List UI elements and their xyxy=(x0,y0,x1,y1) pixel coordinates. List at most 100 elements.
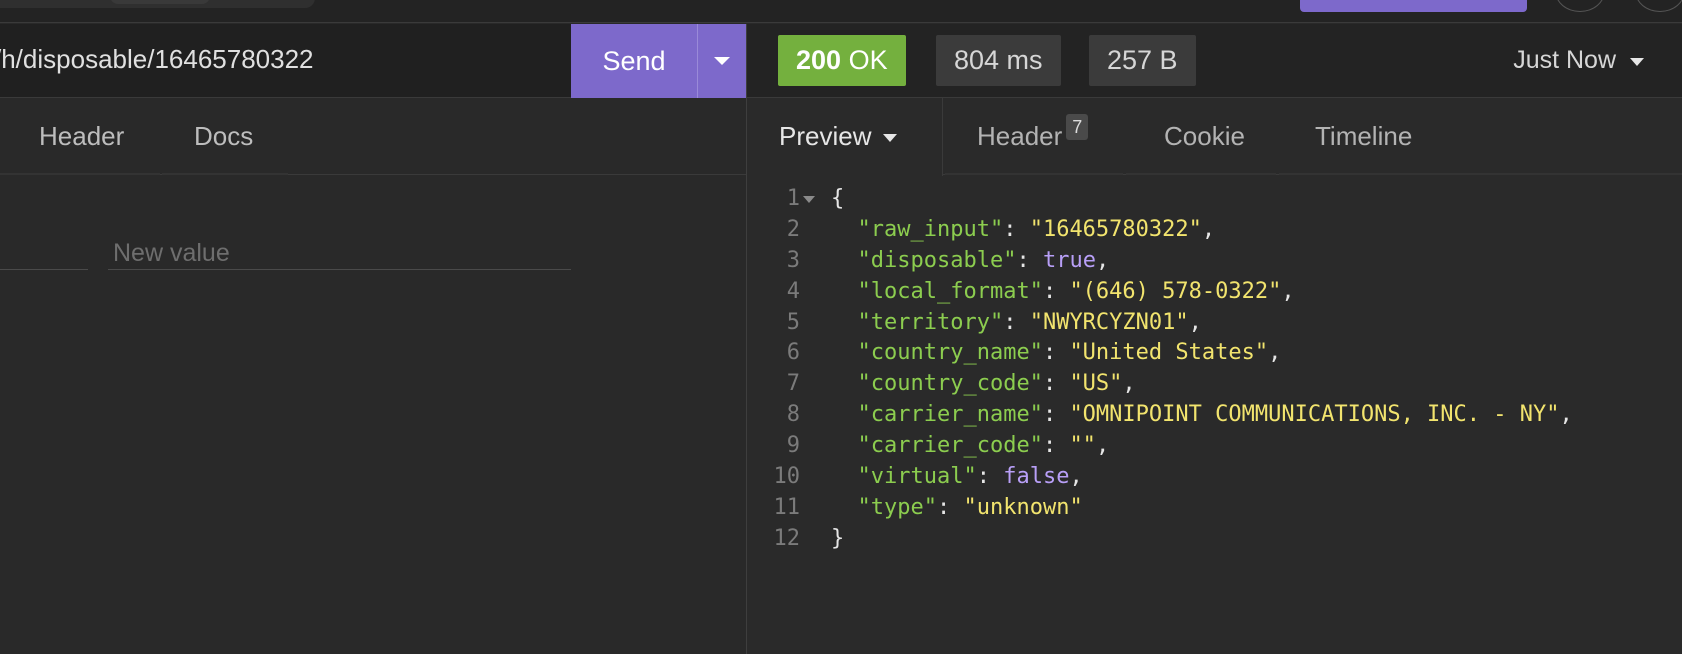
code-line: 3 "disposable": true, xyxy=(747,246,1682,277)
chevron-down-icon xyxy=(714,57,730,65)
json-key: "country_name" xyxy=(857,340,1043,366)
code-line: 7 "country_code": "US", xyxy=(747,369,1682,400)
account-icon[interactable] xyxy=(1555,0,1605,12)
json-value: false xyxy=(1003,464,1070,490)
code-line: 6 "country_name": "United States", xyxy=(747,338,1682,369)
response-pane: 200 OK 804 ms 257 B Just Now Preview Hea… xyxy=(747,24,1682,654)
line-number: 12 xyxy=(773,525,801,551)
chevron-down-icon xyxy=(1630,57,1644,66)
line-number: 8 xyxy=(786,402,800,428)
json-key: "virtual" xyxy=(857,464,977,490)
code-line: 4 "local_format": "(646) 578-0322", xyxy=(747,277,1682,308)
code-line: 1{ xyxy=(747,184,1682,215)
tab-underline xyxy=(1126,173,1276,175)
code-line: 12} xyxy=(747,524,1682,555)
tab-underline xyxy=(945,173,1123,175)
tab-preview[interactable]: Preview xyxy=(747,98,943,176)
json-value: "NWYRCYZN01" xyxy=(1029,309,1189,335)
line-number: 9 xyxy=(786,433,800,459)
json-key: "type" xyxy=(857,494,937,520)
value-field-underline xyxy=(108,269,571,270)
status-text: OK xyxy=(848,45,888,75)
tab-cookie[interactable]: Cookie xyxy=(1164,98,1245,175)
response-tabs: Preview Header 7 Cookie Timeline xyxy=(747,98,1682,176)
json-key: "disposable" xyxy=(857,247,1017,273)
tab-timeline[interactable]: Timeline xyxy=(1315,98,1412,175)
line-number: 5 xyxy=(786,309,800,335)
response-status-bar: 200 OK 804 ms 257 B Just Now xyxy=(747,24,1682,98)
json-entry: "carrier_code": "", xyxy=(857,433,1110,459)
json-value: "United States" xyxy=(1069,340,1269,366)
code-line: 2 "raw_input": "16465780322", xyxy=(747,215,1682,246)
app-window: /h/disposable/16465780322 Send Header Do… xyxy=(0,0,1682,654)
request-tabs: Header Docs xyxy=(0,98,746,175)
tab-underline xyxy=(0,173,160,175)
json-key: "raw_input" xyxy=(857,216,1004,242)
line-number: 10 xyxy=(773,464,801,490)
json-entry: "raw_input": "16465780322", xyxy=(857,216,1216,242)
json-entry: "country_name": "United States", xyxy=(857,340,1282,366)
url-bar: /h/disposable/16465780322 Send xyxy=(0,24,746,98)
json-value: "unknown" xyxy=(963,494,1083,520)
json-entry: "territory": "NWYRCYZN01", xyxy=(857,309,1202,335)
line-number: 4 xyxy=(786,278,800,304)
json-value: true xyxy=(1042,247,1096,273)
top-toolbar xyxy=(0,0,1682,23)
chevron-down-icon xyxy=(883,133,898,142)
json-entry: "type": "unknown" xyxy=(857,494,1083,520)
send-button[interactable]: Send xyxy=(571,24,697,98)
json-entry: "carrier_name": "OMNIPOINT COMMUNICATION… xyxy=(857,402,1573,428)
line-number: 1 xyxy=(786,186,800,211)
code-line: 8 "carrier_name": "OMNIPOINT COMMUNICATI… xyxy=(747,400,1682,431)
line-number: 2 xyxy=(786,216,800,242)
json-key: "territory" xyxy=(857,309,1004,335)
code-line: 10 "virtual": false, xyxy=(747,462,1682,493)
new-value-input[interactable] xyxy=(113,236,571,270)
name-field-underline xyxy=(0,269,88,270)
send-options-dropdown[interactable] xyxy=(697,24,746,98)
json-value: "(646) 578-0322" xyxy=(1069,278,1282,304)
tab-underline xyxy=(162,173,288,175)
history-dropdown[interactable]: Just Now xyxy=(1513,46,1644,75)
response-size-badge: 257 B xyxy=(1089,35,1196,86)
json-entry: "virtual": false, xyxy=(857,464,1083,490)
workspace-switcher-segment[interactable] xyxy=(110,0,210,4)
json-value: "" xyxy=(1069,433,1096,459)
history-label: Just Now xyxy=(1513,46,1616,74)
code-line: 5 "territory": "NWYRCYZN01", xyxy=(747,308,1682,339)
response-time-badge: 804 ms xyxy=(936,35,1061,86)
fold-arrow-icon[interactable] xyxy=(803,196,815,203)
tab-underline xyxy=(1279,173,1682,175)
json-brace: } xyxy=(831,525,845,551)
json-value: "16465780322" xyxy=(1029,216,1202,242)
tab-header-label: Header xyxy=(977,121,1063,151)
url-input[interactable]: /h/disposable/16465780322 xyxy=(0,44,314,75)
json-entry: "country_code": "US", xyxy=(857,371,1136,397)
settings-icon[interactable] xyxy=(1635,0,1682,12)
json-key: "country_code" xyxy=(857,371,1043,397)
line-number: 6 xyxy=(786,340,800,366)
code-line: 11 "type": "unknown" xyxy=(747,493,1682,524)
request-pane: /h/disposable/16465780322 Send Header Do… xyxy=(0,24,746,654)
code-line: 9 "carrier_code": "", xyxy=(747,431,1682,462)
json-entry: "disposable": true, xyxy=(857,247,1110,273)
line-number: 3 xyxy=(786,247,800,273)
json-brace: { xyxy=(831,186,845,211)
header-count-badge: 7 xyxy=(1066,114,1089,140)
json-entry: "local_format": "(646) 578-0322", xyxy=(857,278,1295,304)
tab-header[interactable]: Header 7 xyxy=(977,98,1089,175)
json-value: "US" xyxy=(1069,371,1123,397)
status-code: 200 xyxy=(796,45,842,75)
status-badge: 200 OK xyxy=(778,35,906,86)
json-key: "local_format" xyxy=(857,278,1043,304)
tab-header[interactable]: Header xyxy=(39,98,124,175)
top-accent-button[interactable] xyxy=(1300,0,1527,12)
json-preview[interactable]: 1{2 "raw_input": "16465780322", 3 "dispos… xyxy=(747,184,1682,555)
tab-docs[interactable]: Docs xyxy=(194,98,253,175)
tab-preview-label: Preview xyxy=(779,121,872,151)
json-key: "carrier_code" xyxy=(857,433,1043,459)
line-number: 7 xyxy=(786,371,800,397)
json-value: "OMNIPOINT COMMUNICATIONS, INC. - NY" xyxy=(1069,402,1560,428)
json-key: "carrier_name" xyxy=(857,402,1043,428)
line-number: 11 xyxy=(773,494,801,520)
